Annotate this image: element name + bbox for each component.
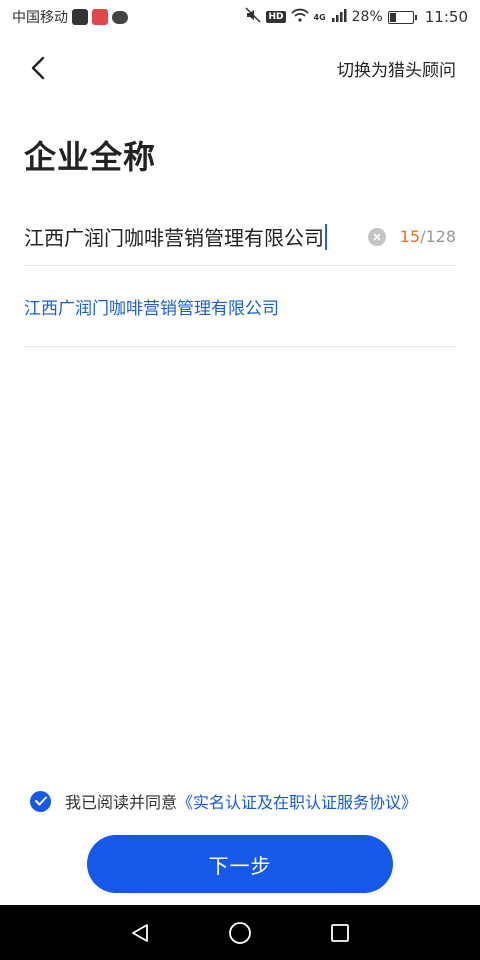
mute-icon xyxy=(245,7,262,27)
battery-icon xyxy=(387,10,417,24)
clear-circle-icon xyxy=(373,232,381,241)
battery-percent: 28% xyxy=(351,9,383,25)
message-bubble-icon xyxy=(112,10,128,24)
switch-to-headhunter-link[interactable]: 切换为猎头顾问 xyxy=(337,56,456,81)
clock: 11:50 xyxy=(424,8,468,26)
wifi-icon xyxy=(290,8,309,26)
heart-app-icon xyxy=(92,9,108,25)
char-limit: /128 xyxy=(420,227,456,246)
hd-icon: HD xyxy=(266,11,286,23)
next-step-button[interactable]: 下一步 xyxy=(87,835,393,893)
back-button[interactable] xyxy=(22,52,54,84)
agreement-checkbox[interactable] xyxy=(30,790,51,812)
agreement-row: 我已阅读并同意 《实名认证及在职认证服务协议》 xyxy=(30,789,417,813)
suggestion-item[interactable]: 江西广润门咖啡营销管理有限公司 xyxy=(24,266,456,347)
signal-icon xyxy=(331,8,347,26)
suggestion-label: 江西广润门咖啡营销管理有限公司 xyxy=(24,298,279,319)
system-recents-button[interactable] xyxy=(320,913,360,953)
char-counter: 15/128 xyxy=(400,227,456,246)
page-title: 企业全称 xyxy=(24,138,157,176)
clear-input-button[interactable] xyxy=(367,227,386,246)
home-circle-icon xyxy=(229,921,251,944)
agreement-link[interactable]: 《实名认证及在职认证服务协议》 xyxy=(177,789,417,813)
back-triangle-icon xyxy=(132,923,148,942)
company-name-field[interactable]: 江西广润门咖啡营销管理有限公司 15/128 xyxy=(24,208,456,266)
video-app-icon xyxy=(72,9,88,25)
status-right: HD 4G 28% 11:50 xyxy=(245,7,468,27)
network-label: 4G xyxy=(313,13,326,22)
system-back-button[interactable] xyxy=(120,913,160,953)
checkmark-icon xyxy=(34,796,47,806)
char-count: 15 xyxy=(399,227,421,246)
recents-square-icon xyxy=(331,923,349,942)
system-nav-bar xyxy=(0,905,480,960)
status-left: 中国移动 xyxy=(12,7,128,27)
company-name-value[interactable]: 江西广润门咖啡营销管理有限公司 xyxy=(24,222,324,251)
system-home-button[interactable] xyxy=(220,913,260,953)
app-header: 切换为猎头顾问 xyxy=(0,40,480,96)
text-cursor xyxy=(325,223,327,250)
status-bar: 中国移动 HD 4G 28% 11:50 xyxy=(0,0,480,34)
carrier-label: 中国移动 xyxy=(12,10,68,26)
agreement-text: 我已阅读并同意 xyxy=(65,793,178,812)
chevron-left-icon xyxy=(31,56,45,80)
